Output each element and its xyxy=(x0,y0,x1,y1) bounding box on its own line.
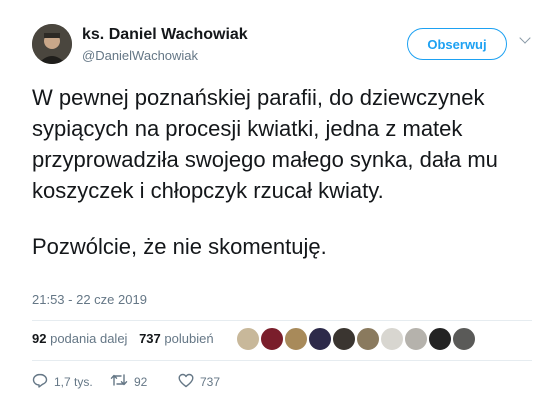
reply-count: 1,7 tys. xyxy=(54,375,93,389)
liker-avatar[interactable] xyxy=(380,327,404,351)
liker-avatar[interactable] xyxy=(356,327,380,351)
engagement-stats: 92 podania dalej 737 polubień xyxy=(32,331,214,346)
tweet-paragraph: Pozwólcie, że nie skomentuję. xyxy=(32,234,327,259)
follow-button[interactable]: Obserwuj xyxy=(407,28,507,60)
divider xyxy=(32,320,532,321)
tweet-paragraph: W pewnej poznańskiej parafii, do dziewcz… xyxy=(32,85,498,203)
tweet-text: W pewnej poznańskiej parafii, do dziewcz… xyxy=(32,82,532,262)
divider xyxy=(32,360,532,361)
avatar[interactable] xyxy=(32,24,72,64)
avatar-image xyxy=(32,24,72,64)
timestamp[interactable]: 21:53 - 22 cze 2019 xyxy=(32,292,147,307)
liker-avatar[interactable] xyxy=(284,327,308,351)
retweet-count: 92 xyxy=(134,374,148,389)
like-count: 737 xyxy=(200,375,221,389)
liker-avatar[interactable] xyxy=(428,327,452,351)
liker-avatar[interactable] xyxy=(332,327,356,351)
liker-avatar[interactable] xyxy=(404,327,428,351)
chevron-down-icon[interactable] xyxy=(519,32,531,44)
like-action[interactable]: 737 xyxy=(178,373,220,391)
liker-avatar[interactable] xyxy=(308,327,332,351)
reply-action[interactable]: 1,7 tys. xyxy=(32,373,93,391)
retweets-count[interactable]: 92 xyxy=(32,331,46,346)
reply-icon xyxy=(32,373,48,391)
tweet-card: ks. Daniel Wachowiak @DanielWachowiak Ob… xyxy=(0,0,559,406)
retweets-label[interactable]: podania dalej xyxy=(50,331,127,346)
author-name[interactable]: ks. Daniel Wachowiak xyxy=(82,26,248,44)
like-icon xyxy=(178,373,194,391)
retweet-action[interactable]: 92 xyxy=(110,373,147,390)
likes-count[interactable]: 737 xyxy=(139,331,161,346)
likes-label[interactable]: polubień xyxy=(164,331,213,346)
retweet-icon xyxy=(110,373,128,390)
liker-avatar[interactable] xyxy=(260,327,284,351)
author-handle[interactable]: @DanielWachowiak xyxy=(82,48,198,63)
liker-avatar[interactable] xyxy=(452,327,476,351)
liker-avatar[interactable] xyxy=(236,327,260,351)
